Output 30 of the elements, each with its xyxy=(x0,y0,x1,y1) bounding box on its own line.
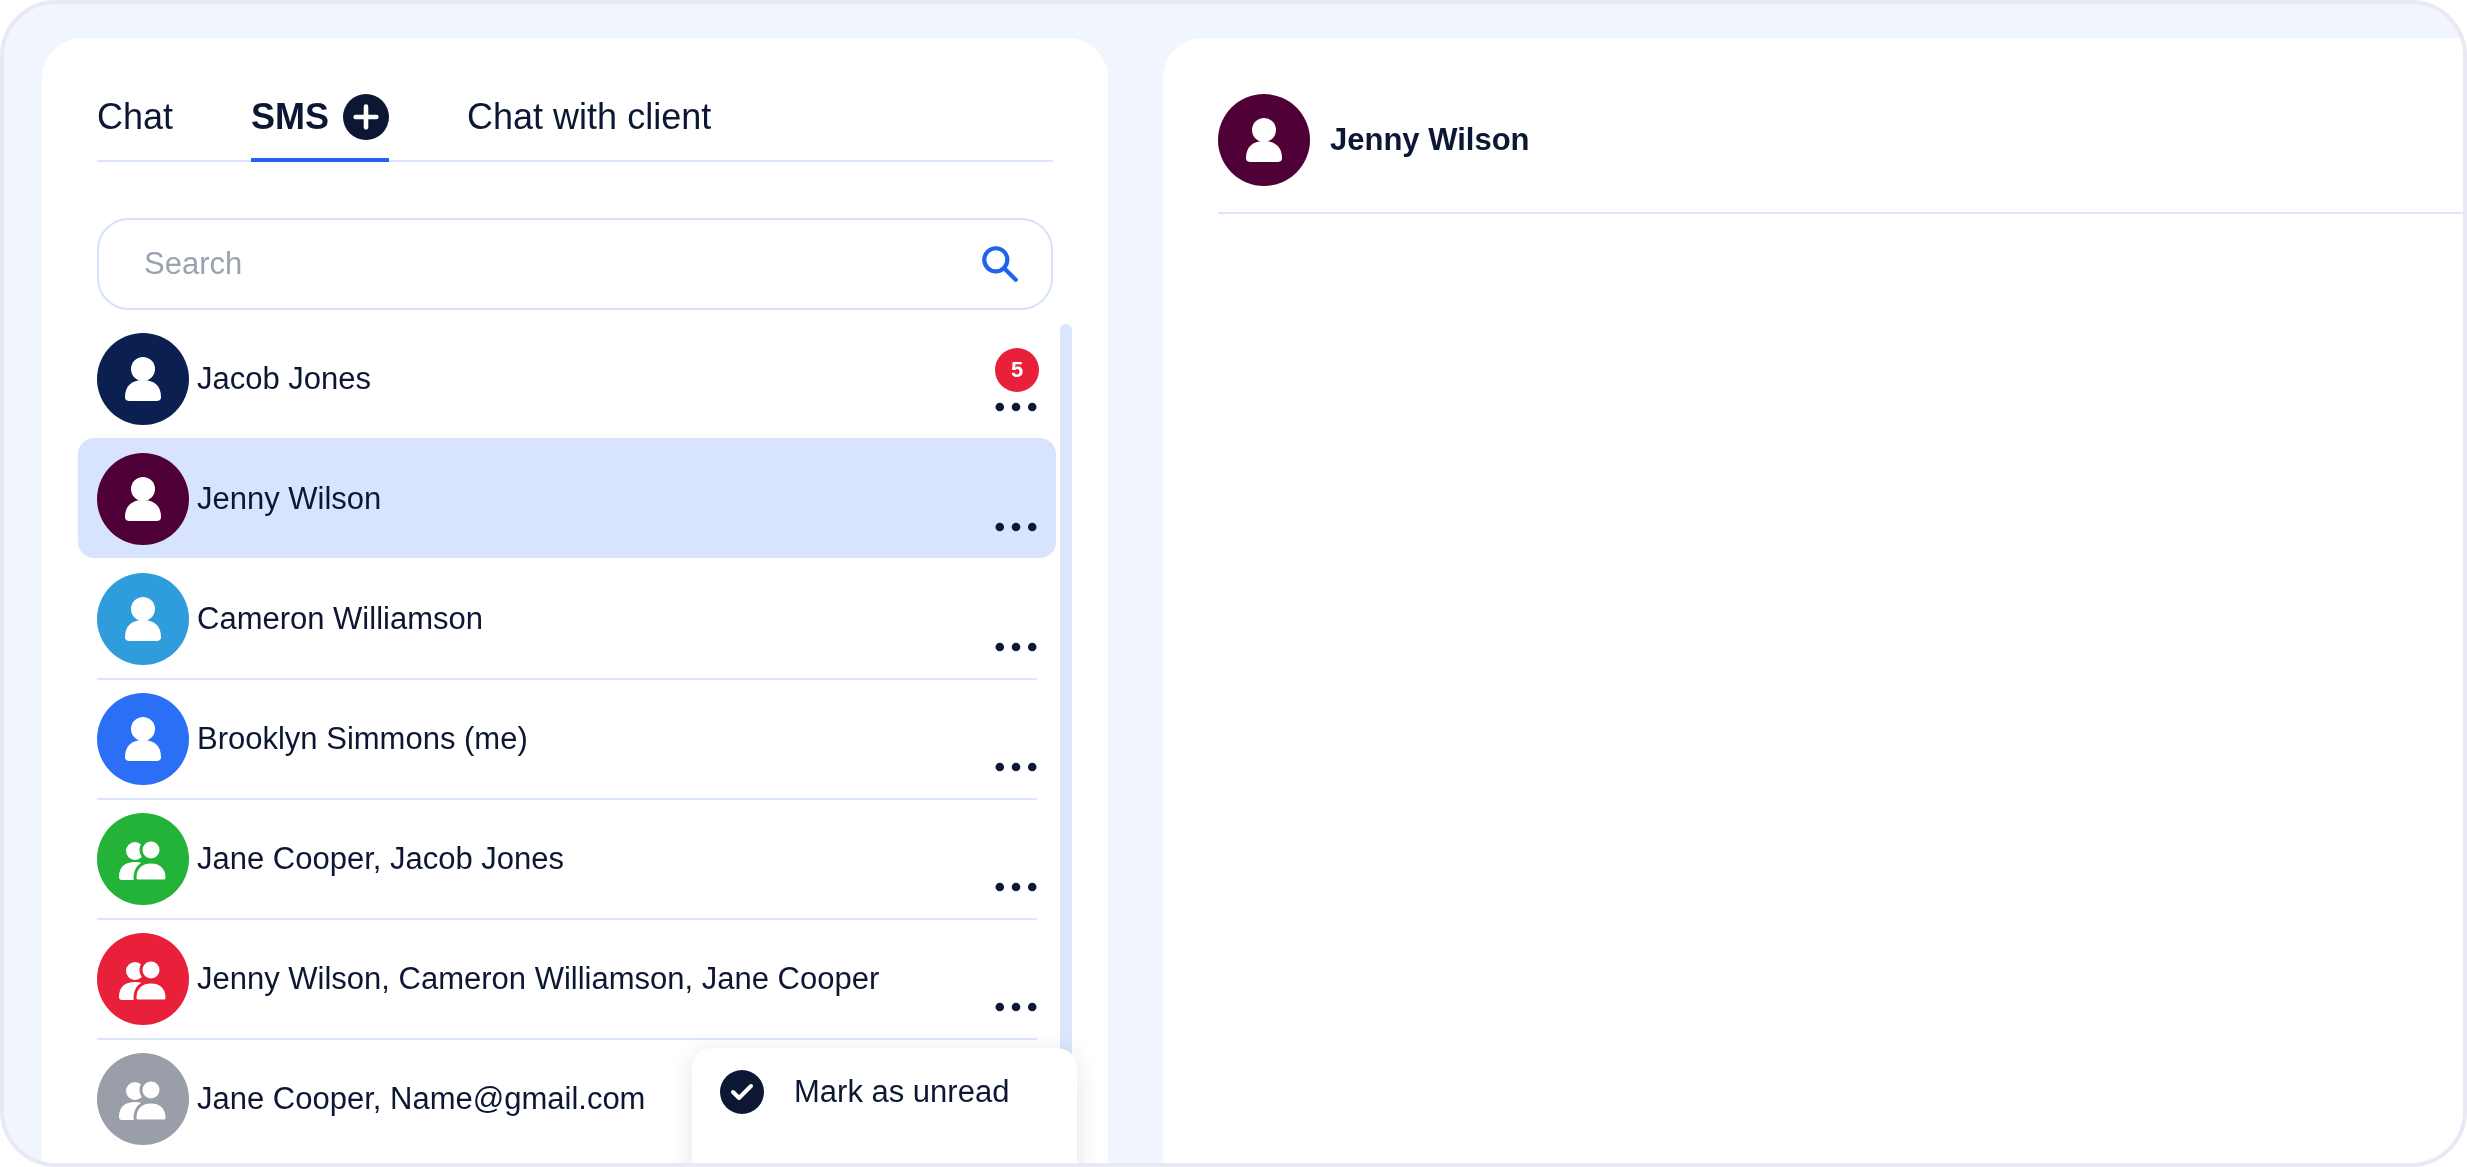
conversation-row[interactable]: Brooklyn Simmons (me) xyxy=(78,678,1056,798)
conversation-row[interactable]: Jane Cooper, Jacob Jones xyxy=(78,798,1056,918)
more-options-icon[interactable] xyxy=(995,762,1037,772)
tab[interactable]: Chat with client xyxy=(467,94,712,162)
more-options-icon[interactable] xyxy=(995,522,1037,532)
more-options-icon[interactable] xyxy=(995,642,1037,652)
contact-name: Jacob Jones xyxy=(197,361,372,397)
contact-name: Cameron Williamson xyxy=(197,601,483,637)
contact-name: Jane Cooper, Name@gmail.com xyxy=(197,1081,646,1117)
more-options-icon[interactable] xyxy=(995,1002,1037,1012)
conversation-row[interactable]: Jacob Jones 5 xyxy=(78,318,1056,438)
chat-contact-name: Jenny Wilson xyxy=(1330,122,1530,158)
tab[interactable]: SMS xyxy=(251,94,390,162)
search-icon[interactable] xyxy=(979,243,1021,285)
contact-name: Jane Cooper, Jacob Jones xyxy=(197,841,565,877)
contact-name: Jenny Wilson, Cameron Williamson, Jane Cooper xyxy=(197,961,880,997)
conversation-row[interactable]: Jenny Wilson, Cameron Williamson, Jane Cooper xyxy=(78,918,1056,1038)
menu-label: Mark as unread xyxy=(794,1074,1010,1110)
unread-count-badge: 5 xyxy=(995,348,1039,392)
plus-icon[interactable] xyxy=(343,94,390,140)
check-circle-icon xyxy=(720,1070,764,1114)
contact-name: Jenny Wilson xyxy=(197,481,382,517)
conversation-row[interactable]: Cameron Williamson xyxy=(78,558,1056,678)
contact-name: Brooklyn Simmons (me) xyxy=(197,721,528,757)
menu-item[interactable]: Mark as unread xyxy=(720,1070,1049,1114)
more-options-icon[interactable] xyxy=(995,882,1037,892)
selected-conversation-row[interactable]: Jenny Wilson xyxy=(78,438,1056,558)
tab[interactable]: Chat xyxy=(97,94,174,162)
search-field[interactable]: Search xyxy=(97,218,1053,310)
more-options-icon[interactable] xyxy=(995,402,1037,412)
